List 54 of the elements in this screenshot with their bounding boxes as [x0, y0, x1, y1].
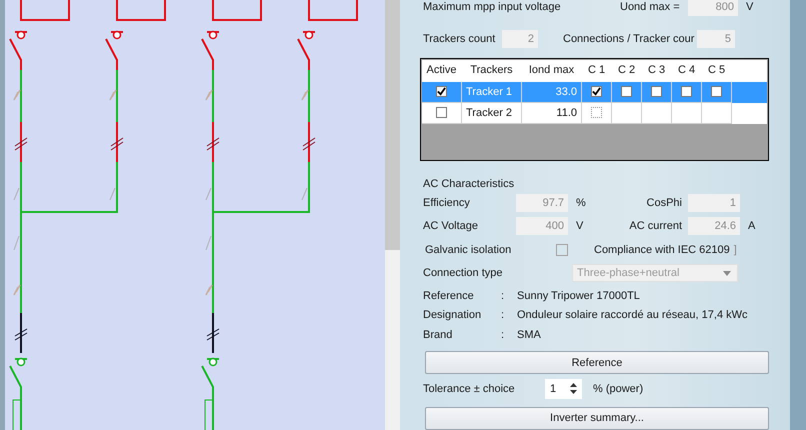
input-field[interactable]: 97.7 — [516, 194, 568, 212]
info-value: SMA — [517, 329, 541, 342]
checkbox-label: Compliance with IEC 62109 — [594, 244, 730, 256]
input-field[interactable]: 400 — [516, 216, 568, 235]
checkbox[interactable] — [621, 86, 632, 98]
info-label: Brand — [423, 329, 454, 342]
input-field[interactable]: 24.6 — [688, 216, 740, 235]
input-field[interactable]: 800 — [688, 0, 738, 16]
field-label: CosPhi — [646, 196, 683, 209]
field-label: Efficiency — [423, 196, 471, 209]
inverter-summary-button[interactable]: Inverter summary... — [425, 406, 769, 430]
table-cell: 11.0 — [522, 102, 582, 124]
input-field[interactable]: 5 — [697, 30, 735, 48]
scrollbar[interactable] — [385, 0, 400, 430]
checkbox[interactable] — [651, 86, 662, 98]
field-label: Trackers count — [423, 32, 496, 45]
unit-label: % — [576, 196, 586, 209]
field-label: Connections / Tracker cour — [563, 32, 696, 45]
separator-colon: : — [501, 329, 506, 342]
field-label: Galvanic isolation — [425, 244, 512, 256]
bracket-mark: ] — [734, 244, 737, 256]
info-label: Designation — [423, 309, 482, 322]
unit-label: V — [746, 1, 754, 13]
unit-label: % (power) — [593, 382, 644, 395]
field-label: AC current — [628, 220, 683, 232]
checkbox[interactable] — [711, 86, 722, 98]
field-label: Tolerance ± choice — [423, 382, 516, 395]
checkbox[interactable] — [591, 107, 602, 118]
table-row[interactable]: Tracker 2 11.0 — [422, 102, 767, 124]
field-label: Connection type — [423, 267, 504, 280]
separator-colon: : — [501, 309, 506, 322]
checkbox[interactable] — [556, 244, 568, 256]
checkbox[interactable] — [681, 86, 692, 98]
reference-button[interactable]: Reference — [425, 351, 769, 374]
info-label: Reference — [423, 290, 475, 302]
tolerance-spinner[interactable]: 1 — [545, 378, 582, 399]
table-cell: Tracker 2 — [462, 102, 522, 124]
input-field[interactable]: 2 — [502, 30, 538, 48]
info-value: Onduleur solaire raccordé au réseau, 17,4 kWc — [517, 309, 748, 322]
section-title: AC Characteristics — [423, 178, 516, 192]
field-label: Maximum mpp input voltage — [423, 1, 562, 13]
unit-label: A — [748, 220, 756, 232]
checkbox[interactable] — [436, 107, 447, 118]
input-field[interactable]: 1 — [688, 194, 740, 212]
info-value: Sunny Tripower 17000TL — [517, 290, 640, 302]
dropdown-arrow-icon — [723, 270, 731, 276]
separator-colon: : — [501, 290, 506, 302]
field-label: Uond max = — [620, 1, 681, 13]
unit-label: V — [576, 220, 584, 232]
table-row[interactable]: Tracker 1 33.0 — [422, 82, 767, 103]
checkbox[interactable] — [591, 86, 602, 98]
field-label: AC Voltage — [423, 220, 480, 232]
spinner-arrows-icon — [570, 383, 577, 394]
checkbox[interactable] — [436, 86, 447, 98]
